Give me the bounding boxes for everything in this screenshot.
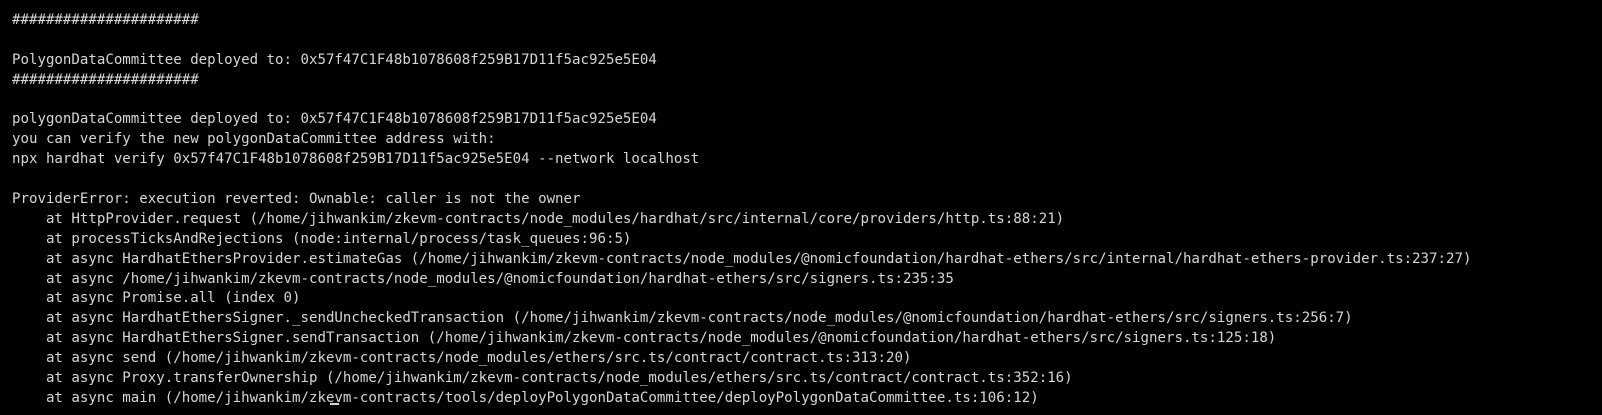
text-cursor	[330, 403, 339, 405]
stack-trace-line: at async Proxy.transferOwnership (/home/…	[12, 370, 1073, 387]
terminal-line: PolygonDataCommittee deployed to: 0x57f4…	[12, 51, 657, 68]
stack-trace-line: at async Promise.all (index 0)	[12, 290, 301, 307]
terminal-line: ######################	[12, 71, 199, 88]
stack-trace-line: at HttpProvider.request (/home/jihwankim…	[12, 210, 1065, 227]
stack-trace-line: at async HardhatEthersProvider.estimateG…	[12, 250, 1472, 267]
stack-trace-line: at async send (/home/jihwankim/zkevm-con…	[12, 350, 912, 367]
terminal-output[interactable]: ###################### PolygonDataCommit…	[12, 11, 1597, 409]
terminal-line: npx hardhat verify 0x57f47C1F48b1078608f…	[12, 151, 700, 168]
stack-trace-line: at async HardhatEthersSigner.sendTransac…	[12, 330, 1277, 347]
terminal-line: you can verify the new polygonDataCommit…	[12, 131, 496, 148]
stack-trace-line: at async /home/jihwankim/zkevm-contracts…	[12, 270, 954, 287]
terminal-line: ######################	[12, 12, 199, 28]
stack-trace-line: at async HardhatEthersSigner._sendUnchec…	[12, 310, 1353, 327]
error-message-line: ProviderError: execution reverted: Ownab…	[12, 191, 581, 208]
stack-trace-line: at processTicksAndRejections (node:inter…	[12, 230, 632, 247]
stack-trace-line: at async main (/home/jihwankim/zkevm-con…	[12, 389, 1039, 406]
terminal-line: polygonDataCommittee deployed to: 0x57f4…	[12, 111, 657, 128]
